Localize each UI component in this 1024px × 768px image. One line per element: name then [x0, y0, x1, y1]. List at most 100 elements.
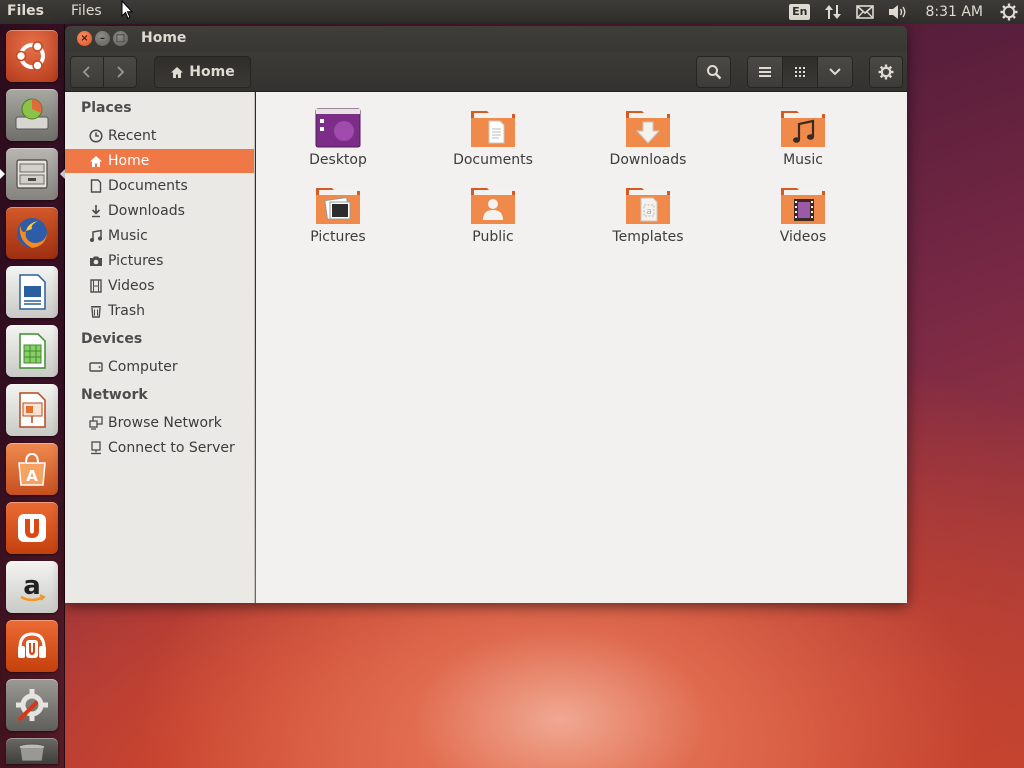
sidebar-item-pictures[interactable]: Pictures: [65, 249, 254, 273]
search-button[interactable]: [696, 56, 731, 88]
file-item-downloads[interactable]: Downloads: [583, 107, 713, 177]
sidebar-item-connect-to-server[interactable]: Connect to Server: [65, 436, 254, 460]
svg-text:A: A: [26, 467, 38, 485]
system-settings-icon: [16, 689, 48, 721]
sidebar-item-label: Documents: [108, 178, 188, 194]
chevron-right-icon: [117, 66, 125, 78]
window-title: Home: [141, 30, 187, 46]
sound-indicator[interactable]: [881, 0, 915, 24]
libreoffice-impress-icon: [19, 392, 46, 428]
pictures-folder-icon: [316, 188, 360, 224]
amazon-icon: a: [20, 571, 46, 602]
file-label: Documents: [453, 152, 533, 168]
sidebar-item-label: Videos: [108, 278, 155, 294]
app-menu-button[interactable]: [869, 56, 903, 88]
file-item-music[interactable]: Music: [738, 107, 868, 177]
public-folder-icon: [471, 188, 515, 224]
templates-folder-icon: a: [626, 188, 670, 224]
file-manager-window: × – □ Home Home Places Recent Home Docum…: [65, 26, 907, 603]
file-item-templates[interactable]: a Templates: [583, 184, 713, 254]
launcher-files[interactable]: [6, 148, 58, 200]
launcher-impress[interactable]: [6, 384, 58, 436]
document-icon: [89, 179, 103, 193]
messaging-indicator[interactable]: [849, 0, 881, 24]
grid-view-button[interactable]: [782, 56, 818, 88]
sidebar-item-videos[interactable]: Videos: [65, 274, 254, 298]
launcher-firefox[interactable]: [6, 207, 58, 259]
home-icon: [89, 154, 103, 168]
sidebar-header-devices: Devices: [81, 331, 143, 347]
file-label: Public: [472, 229, 514, 245]
film-icon: [89, 279, 103, 293]
file-item-videos[interactable]: Videos: [738, 184, 868, 254]
sidebar-item-music[interactable]: Music: [65, 224, 254, 248]
toolbar: Home: [65, 52, 907, 92]
file-item-documents[interactable]: Documents: [428, 107, 558, 177]
sidebar-item-downloads[interactable]: Downloads: [65, 199, 254, 223]
list-view-button[interactable]: [747, 56, 783, 88]
file-item-public[interactable]: Public: [428, 184, 558, 254]
network-transfer-icon: [825, 5, 842, 19]
svg-text:a: a: [23, 571, 41, 601]
launcher-dash-button[interactable]: [6, 30, 58, 82]
home-icon: [171, 66, 184, 78]
view-options-button[interactable]: [817, 56, 853, 88]
sidebar-item-browse-network[interactable]: Browse Network: [65, 411, 254, 435]
launcher-ubuntu-one-music[interactable]: [6, 620, 58, 672]
window-close-button[interactable]: ×: [77, 31, 92, 46]
sidebar-item-trash[interactable]: Trash: [65, 299, 254, 323]
launcher-writer[interactable]: [6, 266, 58, 318]
software-center-icon: A: [18, 452, 46, 486]
launcher-ubuntu-one[interactable]: [6, 502, 58, 554]
launcher-system-settings[interactable]: [6, 679, 58, 731]
sidebar-item-recent[interactable]: Recent: [65, 124, 254, 148]
sidebar-item-label: Connect to Server: [108, 440, 235, 456]
search-icon: [706, 65, 721, 80]
sidebar-item-documents[interactable]: Documents: [65, 174, 254, 198]
path-bar-home-button[interactable]: Home: [154, 56, 251, 88]
session-indicator[interactable]: [993, 0, 1024, 24]
server-icon: [89, 441, 103, 455]
launcher-trash[interactable]: [6, 738, 58, 764]
keyboard-layout-indicator[interactable]: En: [782, 0, 817, 24]
back-button[interactable]: [70, 56, 104, 88]
launcher-software-center[interactable]: A: [6, 443, 58, 495]
launcher: A a: [0, 24, 65, 768]
sidebar-item-label: Computer: [108, 359, 178, 375]
forward-button[interactable]: [103, 56, 137, 88]
sidebar: Places Recent Home Documents Downloads M…: [65, 92, 255, 603]
launcher-disk-usage[interactable]: [6, 89, 58, 141]
file-item-desktop[interactable]: Desktop: [273, 107, 403, 177]
grid-icon: [795, 67, 805, 77]
libreoffice-calc-icon: [19, 333, 46, 369]
disk-usage-icon: [15, 98, 49, 130]
clock[interactable]: 8:31 AM: [915, 0, 993, 24]
file-label: Templates: [612, 229, 684, 245]
gear-icon: [878, 64, 894, 80]
sidebar-item-label: Browse Network: [108, 415, 222, 431]
keyboard-layout-label: En: [789, 4, 811, 20]
sidebar-item-computer[interactable]: Computer: [65, 355, 254, 379]
sidebar-item-label: Recent: [108, 128, 157, 144]
music-folder-icon: [781, 111, 825, 147]
file-item-pictures[interactable]: Pictures: [273, 184, 403, 254]
launcher-amazon[interactable]: a: [6, 561, 58, 613]
clock-icon: [89, 129, 103, 143]
window-titlebar[interactable]: × – □ Home: [65, 26, 907, 52]
camera-icon: [89, 254, 103, 268]
videos-folder-icon: [781, 188, 825, 224]
launcher-calc[interactable]: [6, 325, 58, 377]
sidebar-item-label: Pictures: [108, 253, 164, 269]
ubuntu-dash-icon: [15, 41, 45, 71]
gear-icon: [1000, 3, 1018, 21]
network-indicator[interactable]: [817, 0, 849, 24]
trash-icon: [18, 743, 46, 761]
menu-files[interactable]: Files: [71, 3, 102, 19]
downloads-folder-icon: [626, 111, 670, 147]
trash-icon: [89, 304, 103, 318]
network-icon: [89, 416, 103, 430]
window-minimize-button[interactable]: –: [95, 31, 110, 46]
sidebar-item-home[interactable]: Home: [65, 149, 254, 173]
window-maximize-button[interactable]: □: [113, 31, 128, 46]
svg-text:a: a: [646, 207, 652, 217]
